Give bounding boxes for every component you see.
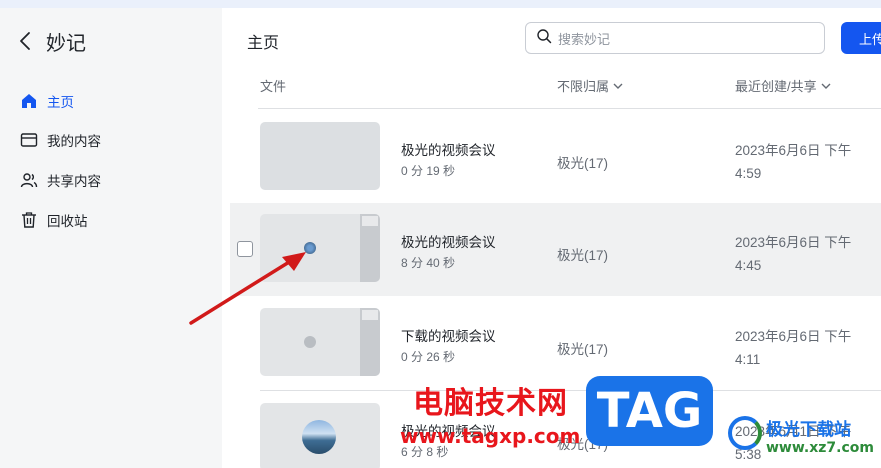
page-title: 主页	[247, 35, 280, 52]
table-row[interactable]: 极光的视频会议 0 分 19 秒 极光(17) 2023年6月6日 下午 4:5…	[230, 111, 881, 204]
app-header: 妙记	[18, 28, 86, 55]
column-header-label: 最近创建/共享	[735, 79, 817, 94]
annotation-arrow-icon	[189, 252, 306, 325]
row-divider	[260, 390, 881, 391]
sidebar-item-my-content[interactable]: 我的内容	[20, 129, 101, 151]
trash-icon	[20, 211, 38, 229]
table-row[interactable]: 下载的视频会议 0 分 26 秒 极光(17) 2023年6月6日 下午 4:1…	[230, 297, 881, 390]
top-strip	[0, 0, 881, 8]
file-name: 下载的视频会议	[401, 329, 496, 344]
header-divider	[258, 108, 881, 109]
sidebar-item-shared[interactable]: 共享内容	[20, 169, 101, 191]
app-title: 妙记	[46, 32, 86, 55]
sidebar-item-label: 我的内容	[47, 134, 101, 149]
search-input[interactable]: 搜索妙记	[558, 29, 610, 48]
file-date: 2023年6月6日 下午 4:45	[735, 235, 852, 273]
column-header-file: 文件	[260, 76, 286, 95]
avatar	[302, 420, 336, 454]
sidebar-item-trash[interactable]: 回收站	[20, 209, 88, 231]
column-header-date[interactable]: 最近创建/共享	[735, 76, 831, 95]
file-duration: 0 分 19 秒	[401, 164, 456, 178]
sidebar-item-home[interactable]: 主页	[20, 90, 74, 112]
watermark-tag-logo: TAG	[586, 376, 713, 446]
thumbnail-panel-header	[362, 310, 378, 320]
file-name: 极光的视频会议	[401, 235, 496, 250]
home-icon	[20, 92, 38, 110]
file-owner: 极光(17)	[557, 342, 609, 357]
file-name: 极光的视频会议	[401, 143, 496, 158]
thumbnail-panel-header	[362, 216, 378, 226]
file-date: 2023年6月6日 下午 4:11	[735, 329, 852, 367]
file-owner: 极光(17)	[557, 156, 609, 171]
watermark-logo-icon	[728, 416, 762, 450]
watermark-url: www.tagxp.com	[400, 424, 581, 448]
file-duration: 0 分 26 秒	[401, 350, 456, 364]
file-date: 2023年6月6日 下午 4:59	[735, 143, 852, 181]
chevron-down-icon	[821, 78, 831, 93]
sidebar-item-label: 回收站	[47, 214, 88, 229]
avatar	[304, 336, 316, 348]
chevron-down-icon	[613, 78, 623, 93]
watermark-text: 电脑技术网	[413, 386, 568, 421]
file-duration: 8 分 40 秒	[401, 256, 456, 270]
upload-button-label: 上传	[859, 31, 881, 47]
column-header-label: 文件	[260, 79, 287, 94]
upload-button[interactable]: 上传	[841, 22, 881, 54]
file-owner: 极光(17)	[557, 248, 609, 263]
watermark-site-url: www.xz7.com	[766, 440, 874, 456]
people-icon	[20, 171, 38, 189]
video-thumbnail	[260, 403, 380, 468]
column-header-label: 不限归属	[557, 79, 610, 94]
folder-icon	[20, 131, 38, 149]
back-chevron-icon[interactable]	[18, 29, 42, 53]
search-icon	[536, 28, 552, 49]
video-thumbnail	[260, 122, 380, 190]
column-header-owner[interactable]: 不限归属	[557, 76, 623, 95]
search-box[interactable]: 搜索妙记	[525, 22, 825, 54]
sidebar-item-label: 主页	[47, 95, 74, 110]
watermark-site-name: 极光下载站	[766, 420, 851, 440]
table-row[interactable]: 极光的视频会议 8 分 40 秒 极光(17) 2023年6月6日 下午 4:4…	[230, 203, 881, 296]
sidebar: 妙记 主页 我的内容 共享内容 回收站	[0, 8, 222, 468]
sidebar-item-label: 共享内容	[47, 174, 101, 189]
